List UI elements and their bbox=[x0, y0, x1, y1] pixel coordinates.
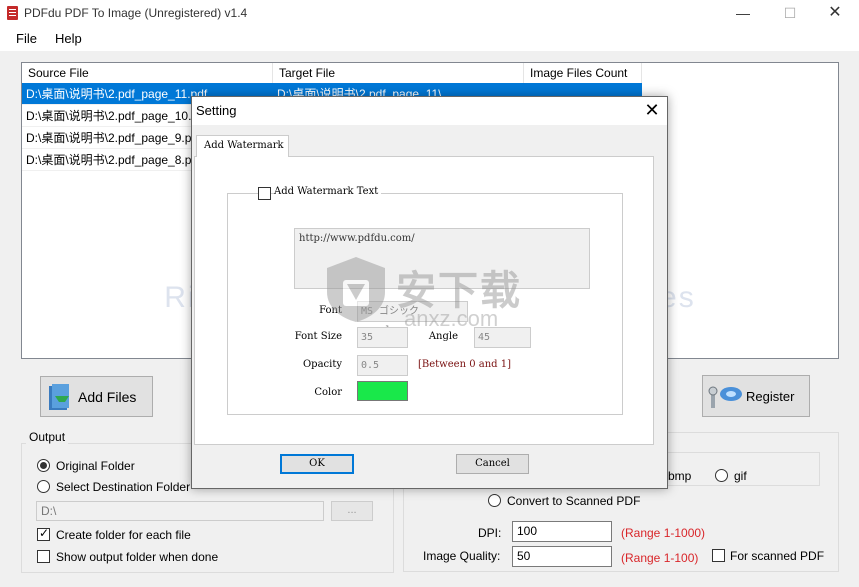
key-icon bbox=[708, 386, 742, 408]
font-size-input[interactable]: 35 bbox=[357, 327, 408, 348]
dpi-label: DPI: bbox=[478, 526, 502, 540]
ok-button[interactable]: OK bbox=[280, 454, 354, 474]
title-bar: PDFdu PDF To Image (Unregistered) v1.4 —… bbox=[0, 0, 859, 27]
font-size-label: Font Size bbox=[294, 331, 342, 342]
column-source-file[interactable]: Source File bbox=[22, 63, 273, 83]
browse-button[interactable]: ... bbox=[331, 501, 373, 521]
bmp-label: bmp bbox=[668, 469, 692, 483]
dpi-range: (Range 1-1000) bbox=[621, 526, 706, 540]
add-files-button[interactable]: Add Files bbox=[40, 376, 153, 417]
color-label: Color bbox=[314, 387, 342, 398]
watermark-domain: anxz.com bbox=[404, 306, 499, 331]
opacity-hint: [Between 0 and 1] bbox=[418, 359, 511, 370]
original-folder-label: Original Folder bbox=[56, 459, 135, 473]
list-header: Source File Target File Image Files Coun… bbox=[22, 63, 838, 83]
register-button[interactable]: Register bbox=[702, 375, 810, 417]
angle-label: Angle bbox=[428, 331, 458, 342]
dialog-close-icon[interactable]: ✕ bbox=[641, 100, 663, 122]
create-folder-label: Create folder for each file bbox=[56, 528, 191, 542]
show-output-checkbox[interactable] bbox=[37, 550, 50, 563]
gif-label: gif bbox=[734, 469, 747, 483]
column-image-count[interactable]: Image Files Count bbox=[524, 63, 642, 83]
minimize-button[interactable]: — bbox=[728, 3, 758, 23]
dialog-title: Setting bbox=[196, 103, 237, 118]
menu-file[interactable]: File bbox=[16, 31, 37, 46]
dpi-input[interactable]: 100 bbox=[512, 521, 612, 542]
add-files-label: Add Files bbox=[78, 389, 137, 405]
quality-range: (Range 1-100) bbox=[621, 551, 699, 565]
convert-scanned-radio[interactable] bbox=[488, 494, 501, 507]
maximize-button[interactable]: ☐ bbox=[775, 3, 805, 23]
select-destination-label: Select Destination Folder bbox=[56, 480, 191, 494]
image-quality-label: Image Quality: bbox=[423, 549, 501, 563]
close-button[interactable]: ✕ bbox=[820, 3, 850, 23]
shield-logo-icon bbox=[327, 257, 385, 322]
register-label: Register bbox=[746, 389, 795, 404]
opacity-label: Opacity bbox=[302, 359, 342, 370]
column-target-file[interactable]: Target File bbox=[273, 63, 524, 83]
tab-add-watermark[interactable]: Add Watermark bbox=[196, 135, 289, 157]
gif-radio[interactable] bbox=[715, 469, 728, 482]
destination-path-input[interactable]: D:\ bbox=[36, 501, 324, 521]
show-output-label: Show output folder when done bbox=[56, 550, 219, 564]
opacity-input[interactable]: 0.5 bbox=[357, 355, 408, 376]
cancel-button[interactable]: Cancel bbox=[456, 454, 529, 474]
for-scanned-label: For scanned PDF bbox=[730, 549, 825, 563]
image-quality-input[interactable]: 50 bbox=[512, 546, 612, 567]
create-folder-checkbox[interactable] bbox=[37, 526, 50, 541]
menu-help[interactable]: Help bbox=[55, 31, 82, 46]
select-destination-radio[interactable] bbox=[37, 480, 50, 493]
dialog-title-bar: Setting ✕ bbox=[192, 97, 667, 125]
add-watermark-checkbox[interactable] bbox=[258, 187, 271, 200]
folder-add-icon bbox=[49, 384, 69, 410]
convert-scanned-label: Convert to Scanned PDF bbox=[507, 494, 641, 508]
original-folder-radio[interactable] bbox=[37, 459, 50, 472]
color-swatch[interactable] bbox=[357, 381, 408, 401]
pdf-app-icon bbox=[7, 6, 18, 20]
window-title: PDFdu PDF To Image (Unregistered) v1.4 bbox=[24, 6, 248, 20]
for-scanned-checkbox[interactable] bbox=[712, 549, 725, 562]
menu-bar: File Help bbox=[0, 27, 859, 51]
add-watermark-label: Add Watermark Text bbox=[274, 186, 382, 197]
output-group-label: Output bbox=[26, 430, 69, 444]
